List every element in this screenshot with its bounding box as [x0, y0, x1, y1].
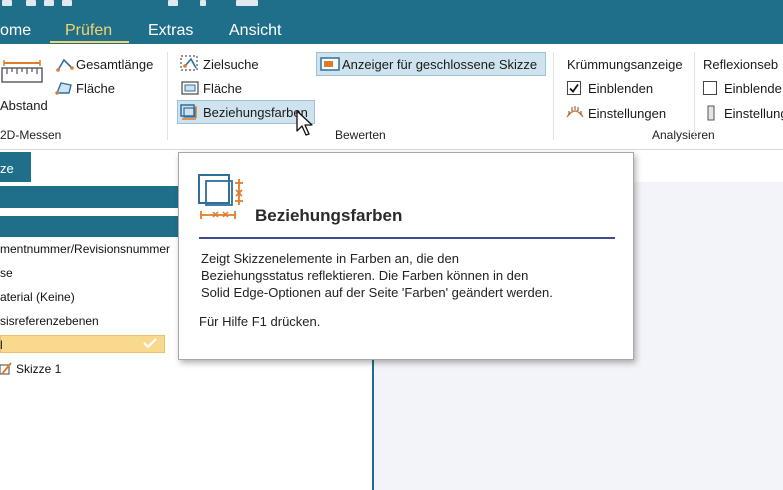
einstellungen-button[interactable]: Einstellungen — [588, 106, 666, 121]
reflexion-settings-icon[interactable] — [707, 105, 715, 121]
group-label-2d-messen: 2D-Messen — [0, 128, 62, 142]
ruler-icon[interactable] — [1, 60, 43, 84]
group-separator — [694, 52, 695, 140]
checkmark-icon — [143, 338, 157, 349]
area-evaluate-icon[interactable] — [180, 80, 200, 96]
zielsuche-button[interactable]: Zielsuche — [203, 57, 259, 72]
group-separator — [167, 52, 168, 140]
checkbox-checked-icon[interactable] — [567, 81, 581, 95]
tab-home[interactable]: ome — [0, 22, 31, 40]
tree-item-document-number[interactable]: mentnummer/Revisionsnummer — [0, 242, 170, 256]
tree-item-base-reference-planes[interactable]: sisreferenzebenen — [0, 314, 99, 328]
quick-access-save-icon[interactable] — [2, 0, 12, 6]
abstand-button[interactable]: Abstand — [0, 98, 48, 113]
quick-access-doc-icon[interactable] — [62, 0, 72, 6]
quick-access-undo-icon[interactable] — [168, 0, 178, 6]
active-tab-indicator — [50, 41, 129, 43]
tree-item-base[interactable]: se — [0, 266, 13, 280]
tree-item-selected[interactable] — [0, 335, 165, 353]
reflexion-einstellungen-button[interactable]: Einstellung — [724, 106, 783, 121]
relationship-colors-large-icon — [198, 174, 243, 219]
beziehungsfarben-button[interactable]: Beziehungsfarben — [203, 105, 308, 120]
ribbon-panel: Gesamtlänge Fläche Abstand 2D-Messen Zie… — [0, 44, 783, 150]
title-bar — [0, 0, 783, 10]
sketch-icon — [0, 362, 12, 375]
closed-sketch-icon[interactable] — [320, 55, 340, 73]
checkbox-unchecked-icon[interactable] — [703, 81, 717, 95]
group-separator — [553, 52, 554, 140]
tooltip-title: Beziehungsfarben — [255, 206, 403, 225]
tooltip-beziehungsfarben: Beziehungsfarben Zeigt Skizzenelemente i… — [178, 152, 634, 360]
tab-extras[interactable]: Extras — [148, 22, 193, 40]
group-label-analysieren: Analysieren — [652, 128, 715, 142]
total-length-icon[interactable] — [56, 56, 74, 74]
flaeche-measure-button[interactable]: Fläche — [76, 81, 115, 96]
tooltip-divider — [199, 237, 615, 239]
tooltip-description: Zeigt Skizzenelemente in Farben an, die … — [201, 251, 553, 300]
tab-ansicht[interactable]: Ansicht — [229, 22, 281, 40]
quick-access-extra-icon[interactable] — [236, 0, 258, 6]
tab-pruefen[interactable]: Prüfen — [65, 22, 112, 40]
reflexion-label: Reflexionseb — [703, 57, 779, 72]
tree-item-selected-label[interactable]: l — [0, 338, 3, 352]
quick-access-print-icon[interactable] — [44, 0, 54, 6]
gesamtlaenge-button[interactable]: Gesamtlänge — [76, 57, 153, 72]
einblenden-checkbox-label[interactable]: Einblenden — [588, 81, 653, 96]
group-label-bewerten: Bewerten — [335, 128, 386, 142]
quick-access-redo-icon[interactable] — [200, 0, 206, 6]
anzeiger-button[interactable]: Anzeiger für geschlossene Skizze — [342, 57, 537, 72]
relationship-colors-icon[interactable] — [180, 103, 200, 121]
target-search-icon[interactable] — [179, 54, 201, 74]
mouse-cursor-icon — [296, 110, 313, 136]
reflexion-einblenden-label[interactable]: Einblende — [724, 81, 782, 96]
tab-skizze[interactable]: ze — [0, 152, 31, 182]
quick-access-open-icon[interactable] — [26, 0, 36, 6]
tooltip-help-hint: Für Hilfe F1 drücken. — [199, 314, 321, 329]
tree-item-material[interactable]: aterial (Keine) — [0, 290, 75, 304]
tree-item-sketch-1[interactable]: Skizze 1 — [16, 362, 61, 376]
flaeche-evaluate-button[interactable]: Fläche — [203, 81, 242, 96]
curvature-settings-icon[interactable] — [566, 105, 584, 119]
kruemmungsanzeige-label: Krümmungsanzeige — [567, 57, 683, 72]
ribbon-tab-bar: ome Prüfen Extras Ansicht — [0, 10, 783, 44]
area-icon[interactable] — [54, 80, 74, 96]
